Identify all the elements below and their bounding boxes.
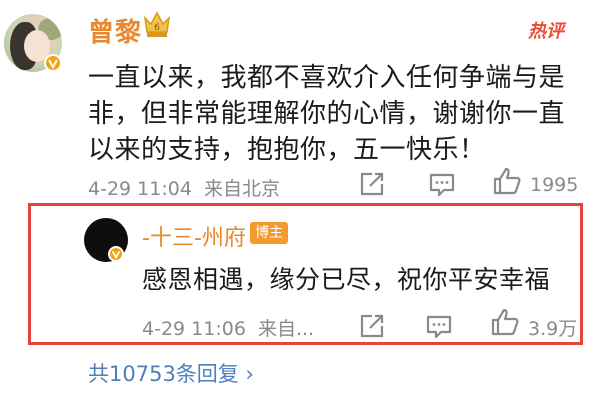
blogger-tag: 博主	[250, 222, 288, 244]
like-icon[interactable]	[490, 307, 520, 341]
verified-badge-icon	[44, 54, 62, 72]
comment-icon[interactable]	[428, 170, 456, 202]
username[interactable]: -十三-州府	[142, 220, 246, 252]
like-count: 3.9万	[528, 318, 578, 340]
location: 来自...	[257, 318, 315, 340]
timestamp: 4-29 11:04	[88, 178, 192, 200]
svg-text:6: 6	[154, 23, 160, 33]
share-icon[interactable]	[358, 312, 386, 344]
location: 来自北京	[203, 178, 280, 200]
like-icon[interactable]	[492, 166, 522, 200]
crown-badge-icon: 6	[142, 8, 172, 40]
timestamp: 4-29 11:06	[142, 318, 246, 340]
view-all-replies-link[interactable]: 共10753条回复 ›	[88, 358, 254, 388]
username[interactable]: 曾黎	[88, 12, 142, 49]
comment-meta: 4-29 11:04 来自北京	[88, 174, 280, 201]
verified-badge-icon	[108, 246, 124, 262]
reply-meta: 4-29 11:06 来自...	[142, 314, 314, 341]
comment-text: 一直以来，我都不喜欢介入任何争端与是非，但非常能理解你的心情，谢谢你一直以来的支…	[88, 63, 566, 165]
hot-comment-badge: 热评	[528, 21, 564, 42]
reply-text: 感恩相遇，缘分已尽，祝你平安幸福	[142, 265, 551, 294]
like-count: 1995	[530, 174, 579, 196]
comment-icon[interactable]	[425, 312, 453, 344]
share-icon[interactable]	[358, 170, 386, 202]
